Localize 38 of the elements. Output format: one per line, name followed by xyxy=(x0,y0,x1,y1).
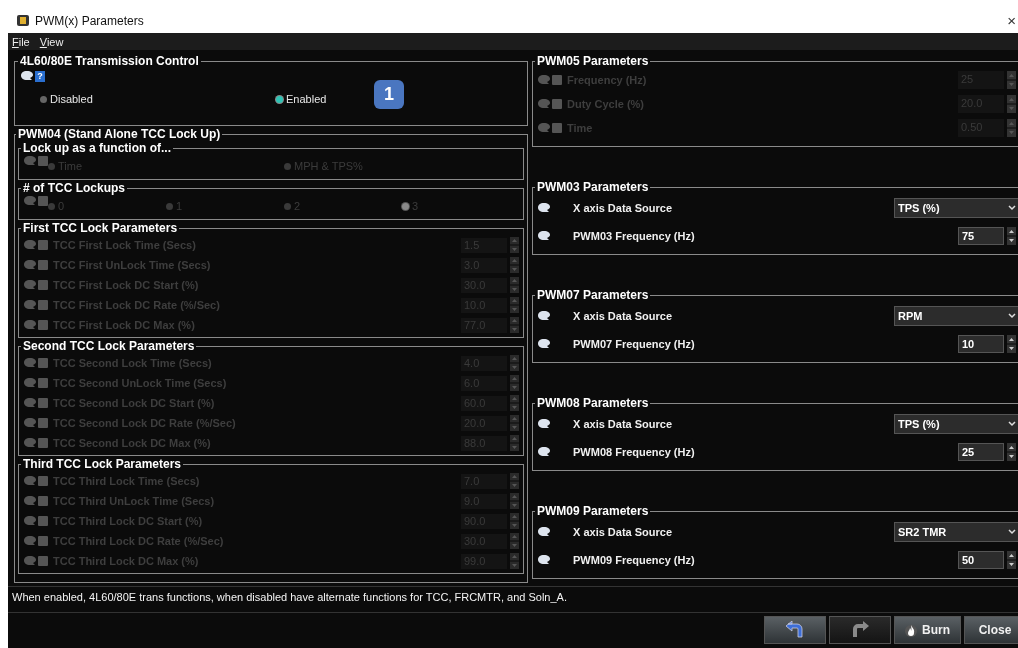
group-title: Lock up as a function of... xyxy=(22,141,172,155)
group-title: PWM09 Parameters xyxy=(536,504,650,518)
menu-item[interactable]: View xyxy=(39,35,64,48)
parameter-label: X axis Data Source xyxy=(573,202,673,214)
close-button[interactable]: × xyxy=(1007,12,1018,29)
group-title: 4L60/80E Transmission Control xyxy=(19,54,200,68)
number-field[interactable]: 10 xyxy=(958,335,1004,353)
dropdown[interactable]: TPS (%) xyxy=(894,198,1018,218)
parameter-label: X axis Data Source xyxy=(573,526,673,538)
group-title: PWM04 (Stand Alone TCC Lock Up) xyxy=(17,127,222,141)
burn-button[interactable]: Burn xyxy=(894,616,961,644)
help-icon[interactable]: ? xyxy=(35,70,45,82)
number-field[interactable]: 50 xyxy=(958,551,1004,569)
parameter-label: X axis Data Source xyxy=(573,310,673,322)
dropdown[interactable]: SR2 TMR xyxy=(894,522,1018,542)
parameter-label: PWM03 Frequency (Hz) xyxy=(573,230,695,242)
dropdown[interactable]: TPS (%) xyxy=(894,414,1018,434)
parameter-label: X axis Data Source xyxy=(573,418,673,430)
group-title: First TCC Lock Parameters xyxy=(22,221,179,235)
dropdown[interactable]: RPM xyxy=(894,306,1018,326)
number-field[interactable]: 25 xyxy=(958,443,1004,461)
group-title: PWM05 Parameters xyxy=(536,54,650,68)
group-title: PWM03 Parameters xyxy=(536,180,650,194)
window-title: PWM(x) Parameters xyxy=(35,13,144,28)
group-title: PWM08 Parameters xyxy=(536,396,650,410)
number-field[interactable]: 75 xyxy=(958,227,1004,245)
radio-button[interactable]: Disabled xyxy=(40,93,276,105)
group-title: Third TCC Lock Parameters xyxy=(22,457,183,471)
group-title: Second TCC Lock Parameters xyxy=(22,339,196,353)
status-text: When enabled, 4L60/80E trans functions, when disabled have alternate functions for TCC, FRCMTR, and Soln_A. xyxy=(8,586,1018,613)
parameter-label: PWM08 Frequency (Hz) xyxy=(573,446,695,458)
parameter-label: PWM09 Frequency (Hz) xyxy=(573,554,695,566)
group-title: # of TCC Lockups xyxy=(22,181,126,195)
menu-item[interactable]: File xyxy=(12,35,30,48)
group-title: PWM07 Parameters xyxy=(536,288,650,302)
callout-badge: 1 xyxy=(374,80,404,109)
close-button[interactable]: Close xyxy=(964,616,1018,644)
parameter-label: PWM07 Frequency (Hz) xyxy=(573,338,695,350)
